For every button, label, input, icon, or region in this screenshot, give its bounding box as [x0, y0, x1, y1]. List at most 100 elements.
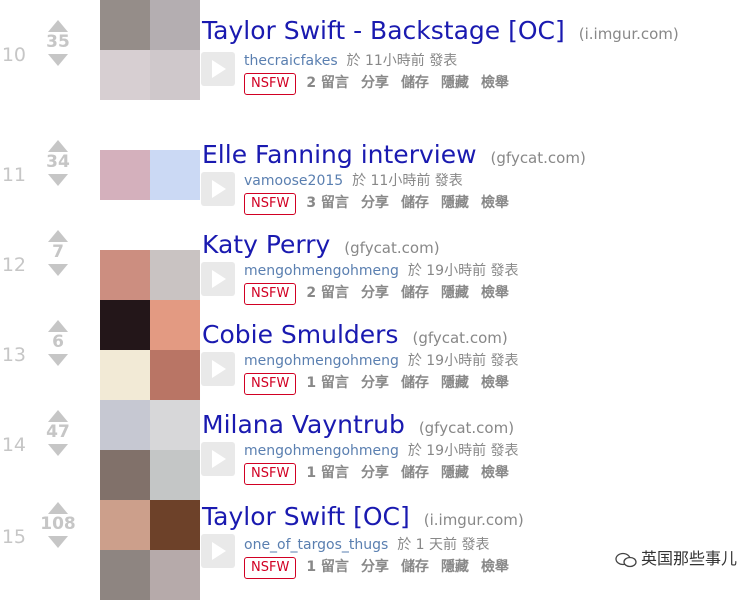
- report-link[interactable]: 檢舉: [481, 375, 509, 391]
- post-domain[interactable]: (gfycat.com): [344, 239, 439, 257]
- post-domain[interactable]: (gfycat.com): [412, 329, 507, 347]
- vote-box: 35: [38, 18, 78, 88]
- share-link[interactable]: 分享: [361, 285, 389, 301]
- report-link[interactable]: 檢舉: [481, 195, 509, 211]
- post-title-link[interactable]: Cobie Smulders: [202, 320, 398, 349]
- thumbnail-pixel: [100, 150, 150, 200]
- post-meta: mengohmengohmeng 於 19小時前 發表: [244, 440, 519, 460]
- report-link[interactable]: 檢舉: [481, 285, 509, 301]
- save-link[interactable]: 儲存: [401, 285, 429, 301]
- nsfw-badge: NSFW: [244, 73, 297, 95]
- post-meta: one_of_targos_thugs 於 1 天前 發表: [244, 534, 489, 554]
- post-author-link[interactable]: one_of_targos_thugs: [244, 537, 388, 553]
- post-author-link[interactable]: thecraicfakes: [244, 53, 338, 69]
- post-title-link[interactable]: Taylor Swift - Backstage [OC]: [202, 16, 565, 45]
- vote-box: 47: [38, 408, 78, 478]
- post-thumbnail[interactable]: [100, 300, 200, 400]
- comments-link[interactable]: 2 留言: [306, 75, 349, 91]
- share-link[interactable]: 分享: [361, 465, 389, 481]
- downvote-arrow-icon[interactable]: [48, 264, 68, 276]
- nsfw-badge: NSFW: [244, 463, 297, 485]
- post-title-link[interactable]: Taylor Swift [OC]: [202, 502, 410, 531]
- post-title-link[interactable]: Elle Fanning interview: [202, 140, 477, 169]
- post-actions: NSFW 1 留言 分享 儲存 隱藏 檢舉: [244, 556, 521, 579]
- upvote-arrow-icon[interactable]: [48, 410, 68, 422]
- hide-link[interactable]: 隱藏: [441, 285, 469, 301]
- upvote-arrow-icon[interactable]: [48, 230, 68, 242]
- expand-play-icon[interactable]: [201, 262, 235, 296]
- post-meta: vamoose2015 於 11小時前 發表: [244, 170, 463, 190]
- post-rank: 15: [1, 526, 26, 548]
- save-link[interactable]: 儲存: [401, 375, 429, 391]
- save-link[interactable]: 儲存: [401, 465, 429, 481]
- post-thumbnail[interactable]: [100, 200, 200, 300]
- share-link[interactable]: 分享: [361, 75, 389, 91]
- comments-link[interactable]: 3 留言: [306, 195, 349, 211]
- post-author-link[interactable]: mengohmengohmeng: [244, 263, 399, 279]
- thumbnail-pixel: [150, 350, 200, 400]
- post-author-link[interactable]: mengohmengohmeng: [244, 353, 399, 369]
- upvote-arrow-icon[interactable]: [48, 20, 68, 32]
- expand-play-icon[interactable]: [201, 442, 235, 476]
- save-link[interactable]: 儲存: [401, 195, 429, 211]
- hide-link[interactable]: 隱藏: [441, 375, 469, 391]
- vote-box: 108: [38, 500, 78, 570]
- hide-link[interactable]: 隱藏: [441, 75, 469, 91]
- hide-link[interactable]: 隱藏: [441, 195, 469, 211]
- post-thumbnail[interactable]: [100, 500, 200, 600]
- upvote-arrow-icon[interactable]: [48, 320, 68, 332]
- report-link[interactable]: 檢舉: [481, 559, 509, 575]
- post-domain[interactable]: (i.imgur.com): [579, 25, 679, 43]
- comments-link[interactable]: 2 留言: [306, 285, 349, 301]
- comments-link[interactable]: 1 留言: [306, 559, 349, 575]
- share-link[interactable]: 分享: [361, 559, 389, 575]
- comments-link[interactable]: 1 留言: [306, 375, 349, 391]
- report-link[interactable]: 檢舉: [481, 75, 509, 91]
- post-domain[interactable]: (gfycat.com): [491, 149, 586, 167]
- report-link[interactable]: 檢舉: [481, 465, 509, 481]
- post-title-link[interactable]: Milana Vayntrub: [202, 410, 405, 439]
- comments-link[interactable]: 1 留言: [306, 465, 349, 481]
- post-thumbnail[interactable]: [100, 100, 200, 200]
- post-title-link[interactable]: Katy Perry: [202, 230, 330, 259]
- upvote-arrow-icon[interactable]: [48, 502, 68, 514]
- thumbnail-pixel: [150, 450, 200, 500]
- expand-play-icon[interactable]: [201, 352, 235, 386]
- post-author-link[interactable]: mengohmengohmeng: [244, 443, 399, 459]
- expand-play-icon[interactable]: [201, 172, 235, 206]
- post-thumbnail[interactable]: [100, 0, 200, 100]
- share-link[interactable]: 分享: [361, 375, 389, 391]
- watermark: 英国那些事儿: [615, 545, 737, 569]
- downvote-arrow-icon[interactable]: [48, 444, 68, 456]
- post-domain[interactable]: (gfycat.com): [419, 419, 514, 437]
- thumbnail-pixel: [150, 200, 200, 250]
- post-time: 於 19小時前 發表: [407, 443, 519, 459]
- downvote-arrow-icon[interactable]: [48, 536, 68, 548]
- thumbnail-pixel: [150, 400, 200, 450]
- post-time: 於 19小時前 發表: [407, 353, 519, 369]
- post-domain[interactable]: (i.imgur.com): [424, 511, 524, 529]
- save-link[interactable]: 儲存: [401, 75, 429, 91]
- post-meta: mengohmengohmeng 於 19小時前 發表: [244, 350, 519, 370]
- nsfw-badge: NSFW: [244, 283, 297, 305]
- upvote-arrow-icon[interactable]: [48, 140, 68, 152]
- post-thumbnail[interactable]: [100, 400, 200, 500]
- thumbnail-pixel: [100, 200, 150, 250]
- downvote-arrow-icon[interactable]: [48, 354, 68, 366]
- post-score: 7: [52, 242, 64, 262]
- post-meta: thecraicfakes 於 11小時前 發表: [244, 50, 457, 70]
- thumbnail-pixel: [150, 100, 200, 150]
- downvote-arrow-icon[interactable]: [48, 174, 68, 186]
- expand-play-icon[interactable]: [201, 534, 235, 568]
- downvote-arrow-icon[interactable]: [48, 54, 68, 66]
- hide-link[interactable]: 隱藏: [441, 465, 469, 481]
- expand-play-icon[interactable]: [201, 52, 235, 86]
- hide-link[interactable]: 隱藏: [441, 559, 469, 575]
- thumbnail-pixel: [150, 500, 200, 550]
- post-rank: 12: [1, 254, 26, 276]
- nsfw-badge: NSFW: [244, 373, 297, 395]
- save-link[interactable]: 儲存: [401, 559, 429, 575]
- post-author-link[interactable]: vamoose2015: [244, 173, 343, 189]
- share-link[interactable]: 分享: [361, 195, 389, 211]
- post-actions: NSFW 3 留言 分享 儲存 隱藏 檢舉: [244, 192, 521, 215]
